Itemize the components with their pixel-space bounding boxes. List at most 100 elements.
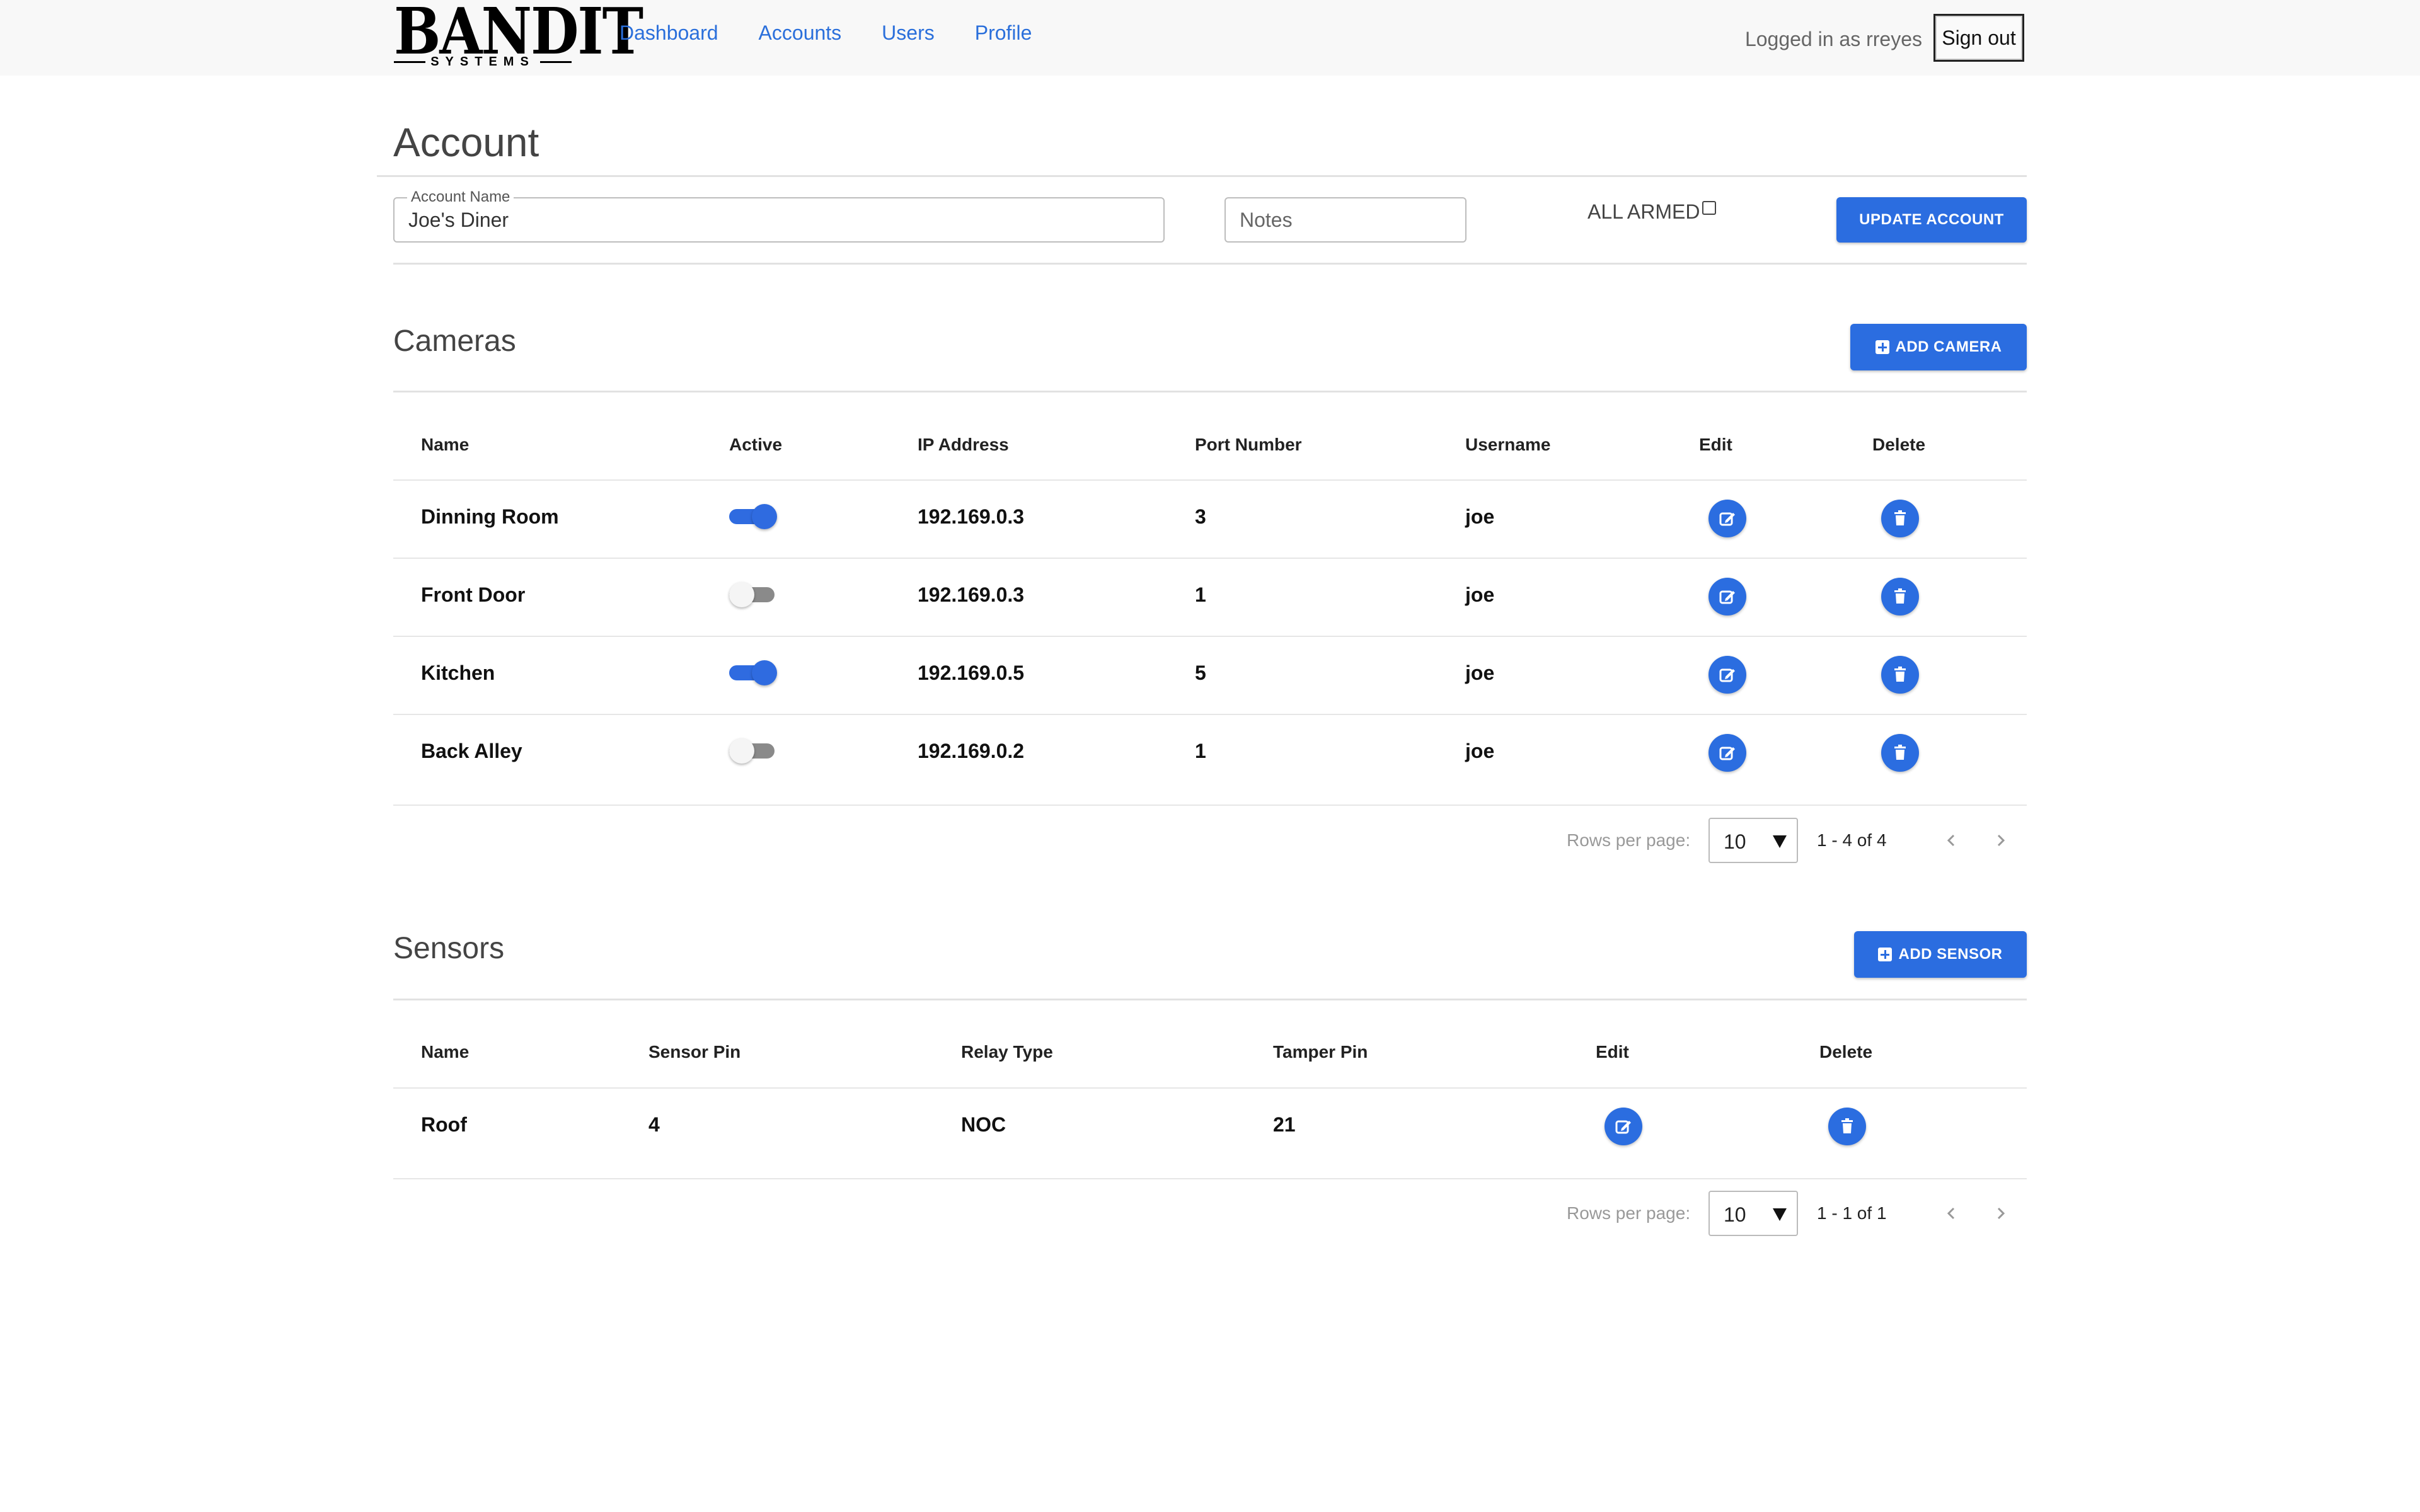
plus-square-icon bbox=[1878, 948, 1893, 961]
nav-link-dashboard[interactable]: Dashboard bbox=[619, 20, 718, 45]
trash-icon bbox=[1894, 510, 1906, 525]
notes-field[interactable]: Notes bbox=[1224, 197, 1466, 243]
edit-camera-button[interactable] bbox=[1708, 500, 1746, 537]
nav-link-accounts[interactable]: Accounts bbox=[759, 20, 842, 45]
logo-subtitle: SYSTEMS bbox=[394, 54, 572, 69]
camera-name: Dinning Room bbox=[421, 505, 559, 528]
camera-active-toggle[interactable] bbox=[729, 582, 777, 607]
col-header-delete: Delete bbox=[1819, 1042, 1873, 1062]
edit-icon bbox=[1719, 512, 1735, 526]
camera-active-toggle[interactable] bbox=[729, 660, 777, 685]
col-header-sensor-pin: Sensor Pin bbox=[648, 1042, 741, 1062]
cameras-pagination: Rows per page: 10 1 - 4 of 4 bbox=[393, 818, 2027, 863]
trash-icon bbox=[1894, 667, 1906, 682]
row-divider bbox=[393, 714, 2027, 715]
title-divider bbox=[377, 175, 2027, 177]
cameras-heading: Cameras bbox=[393, 324, 516, 358]
main-nav: Dashboard Accounts Users Profile bbox=[619, 20, 1072, 45]
camera-port: 5 bbox=[1195, 662, 1206, 684]
table-bottom-divider bbox=[393, 805, 2027, 806]
edit-sensor-button[interactable] bbox=[1605, 1108, 1642, 1145]
delete-camera-button[interactable] bbox=[1881, 578, 1919, 616]
chevron-right-icon[interactable] bbox=[1990, 1202, 2012, 1225]
page-title: Account bbox=[393, 120, 539, 165]
edit-camera-button[interactable] bbox=[1708, 734, 1746, 772]
row-divider bbox=[393, 558, 2027, 559]
camera-port: 1 bbox=[1195, 583, 1206, 606]
update-account-button[interactable]: UPDATE ACCOUNT bbox=[1836, 197, 2027, 243]
bandit-systems-logo[interactable]: BANDIT SYSTEMS bbox=[394, 0, 643, 71]
logo-text: BANDIT bbox=[394, 0, 643, 69]
edit-icon bbox=[1719, 747, 1735, 760]
rows-per-page-label: Rows per page: bbox=[1567, 830, 1691, 850]
sensor-relay-type: NOC bbox=[961, 1113, 1006, 1136]
camera-name: Back Alley bbox=[421, 740, 522, 762]
rows-per-page-select[interactable]: 10 bbox=[1708, 1191, 1798, 1236]
rows-per-page-select[interactable]: 10 bbox=[1708, 818, 1798, 863]
page-range: 1 - 4 of 4 bbox=[1817, 830, 1887, 850]
cameras-divider bbox=[393, 391, 2027, 392]
col-header-tamper-pin: Tamper Pin bbox=[1273, 1042, 1368, 1062]
sensors-heading: Sensors bbox=[393, 932, 505, 965]
all-armed-label: ALL ARMED bbox=[1587, 200, 1700, 223]
camera-ip: 192.169.0.3 bbox=[918, 583, 1025, 606]
chevron-left-icon[interactable] bbox=[1940, 1202, 1962, 1225]
col-header-relay-type: Relay Type bbox=[961, 1042, 1053, 1062]
row-divider bbox=[393, 636, 2027, 637]
chevron-left-icon[interactable] bbox=[1940, 829, 1962, 852]
chevron-right-icon[interactable] bbox=[1990, 829, 2012, 852]
rows-per-page-label: Rows per page: bbox=[1567, 1203, 1691, 1223]
col-header-port: Port Number bbox=[1195, 435, 1302, 454]
add-camera-label: ADD CAMERA bbox=[1895, 338, 2002, 355]
edit-icon bbox=[1615, 1120, 1631, 1134]
camera-ip: 192.169.0.3 bbox=[918, 505, 1025, 528]
edit-camera-button[interactable] bbox=[1708, 578, 1746, 616]
sign-out-button[interactable]: Sign out bbox=[1933, 14, 2024, 62]
delete-sensor-button[interactable] bbox=[1828, 1108, 1866, 1145]
trash-icon bbox=[1894, 588, 1906, 604]
camera-username: joe bbox=[1465, 740, 1495, 762]
page-range: 1 - 1 of 1 bbox=[1817, 1203, 1887, 1223]
rows-per-page-value: 10 bbox=[1724, 830, 1746, 853]
camera-username: joe bbox=[1465, 505, 1495, 528]
form-divider bbox=[393, 263, 2027, 265]
account-name-label: Account Name bbox=[407, 188, 514, 206]
delete-camera-button[interactable] bbox=[1881, 734, 1919, 772]
all-armed-checkbox[interactable] bbox=[1702, 201, 1717, 215]
sensor-tamper-pin: 21 bbox=[1273, 1113, 1296, 1136]
camera-name: Kitchen bbox=[421, 662, 495, 684]
camera-username: joe bbox=[1465, 662, 1495, 684]
camera-ip: 192.169.0.2 bbox=[918, 740, 1025, 762]
nav-link-users[interactable]: Users bbox=[882, 20, 935, 45]
delete-camera-button[interactable] bbox=[1881, 500, 1919, 537]
col-header-username: Username bbox=[1465, 435, 1551, 454]
col-header-edit: Edit bbox=[1596, 1042, 1629, 1062]
col-header-delete: Delete bbox=[1872, 435, 1926, 454]
row-divider bbox=[393, 479, 2027, 481]
col-header-edit: Edit bbox=[1699, 435, 1732, 454]
row-divider bbox=[393, 1087, 2027, 1089]
camera-port: 1 bbox=[1195, 740, 1206, 762]
nav-link-profile[interactable]: Profile bbox=[975, 20, 1032, 45]
delete-camera-button[interactable] bbox=[1881, 656, 1919, 694]
col-header-name: Name bbox=[421, 435, 470, 454]
sensors-divider bbox=[393, 999, 2027, 1000]
add-sensor-button[interactable]: ADD SENSOR bbox=[1854, 931, 2027, 978]
sensor-pin: 4 bbox=[648, 1113, 660, 1136]
sensors-pagination: Rows per page: 10 1 - 1 of 1 bbox=[393, 1191, 2027, 1236]
camera-active-toggle[interactable] bbox=[729, 504, 777, 529]
add-camera-button[interactable]: ADD CAMERA bbox=[1850, 324, 2027, 370]
all-armed-control: ALL ARMED bbox=[1587, 199, 1717, 224]
camera-port: 3 bbox=[1195, 505, 1206, 528]
col-header-active: Active bbox=[729, 435, 783, 454]
edit-camera-button[interactable] bbox=[1708, 656, 1746, 694]
camera-active-toggle[interactable] bbox=[729, 738, 777, 764]
edit-icon bbox=[1719, 590, 1735, 604]
caret-down-icon bbox=[1773, 835, 1787, 848]
edit-icon bbox=[1719, 668, 1735, 682]
camera-username: joe bbox=[1465, 583, 1495, 606]
caret-down-icon bbox=[1773, 1208, 1787, 1221]
account-name-field[interactable]: Account Name Joe's Diner bbox=[393, 188, 1165, 243]
camera-name: Front Door bbox=[421, 583, 526, 606]
table-bottom-divider bbox=[393, 1178, 2027, 1179]
